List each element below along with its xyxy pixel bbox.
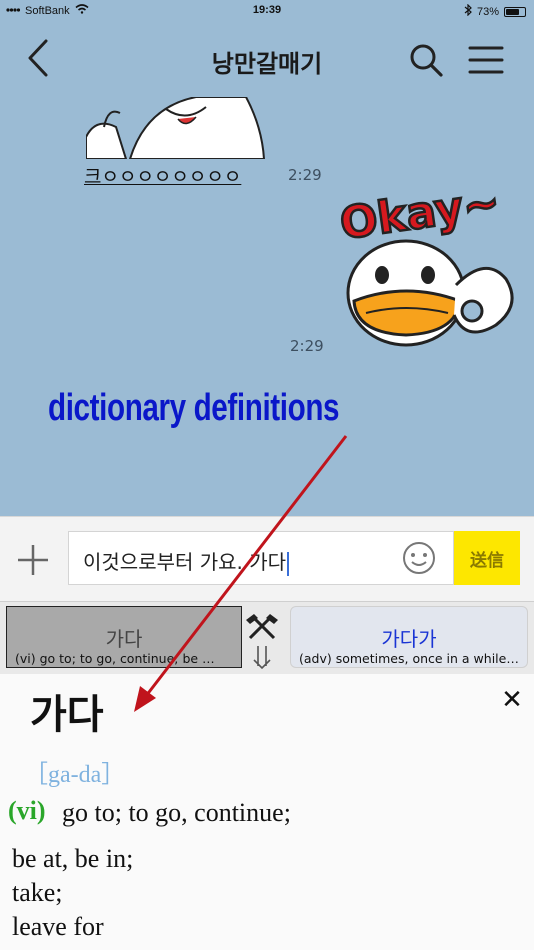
dictionary-suggestion-bar: 가다 (vi) go to; to go, continue; be … 가다가… (0, 601, 534, 674)
dictionary-tab-word: 가다가 (381, 627, 437, 651)
send-button[interactable]: 送信 (454, 531, 520, 585)
bluetooth-icon (464, 3, 472, 19)
definition-panel: 가다 ✕ ［ga-da］ (vi) go to; to go, continue… (0, 674, 534, 950)
menu-button[interactable] (462, 38, 510, 82)
message-timestamp: 2:29 (288, 166, 322, 184)
swap-tools-icon[interactable] (244, 612, 280, 670)
status-bar: SoftBank 19:39 73% (0, 0, 534, 22)
dictionary-tab-word: 가다 (105, 627, 143, 651)
dictionary-tab[interactable]: 가다가 (adv) sometimes, once in a while… (290, 606, 528, 668)
battery-icon (504, 6, 526, 17)
entry-headword: 가다 (30, 692, 104, 738)
message-input-value: 이것으로부터 가요. 가다 (83, 550, 287, 574)
status-right: 73% (464, 3, 526, 19)
plus-icon (18, 545, 48, 575)
message-text: 크ㅇㅇㅇㅇㅇㅇㅇㅇ (84, 166, 242, 188)
message-input-bar: 이것으로부터 가요. 가다 送信 (0, 516, 534, 601)
message-timestamp: 2:29 (290, 337, 324, 355)
dictionary-tab-definition: (vi) go to; to go, continue; be … (15, 651, 215, 666)
text-caret (287, 551, 290, 576)
close-button[interactable]: ✕ (496, 684, 528, 716)
chat-area[interactable]: 크ㅇㅇㅇㅇㅇㅇㅇㅇ 2:29 Okay~ 2:29 dictionary def… (0, 97, 534, 515)
search-button[interactable] (404, 38, 448, 82)
chat-title: 낭만갈매기 (211, 50, 323, 78)
annotation-caption: dictionary definitions (48, 387, 340, 429)
message-input[interactable]: 이것으로부터 가요. 가다 (68, 531, 454, 585)
laughing-man-sticker[interactable] (86, 97, 266, 159)
dictionary-tab-definition: (adv) sometimes, once in a while… (299, 651, 519, 666)
entry-sense: be at, be in; (12, 844, 134, 873)
back-button[interactable] (18, 36, 58, 80)
battery-fill (506, 8, 519, 15)
close-icon: ✕ (501, 685, 523, 715)
status-time: 19:39 (252, 4, 282, 16)
entry-pronunciation: ［ga-da］ (24, 762, 126, 788)
entry-sense: go to; to go, continue; (62, 798, 291, 827)
dictionary-tab-selected[interactable]: 가다 (vi) go to; to go, continue; be … (6, 606, 242, 668)
hamburger-menu-icon (468, 46, 504, 74)
search-icon (410, 44, 443, 77)
sticker-okay-label: Okay~ (337, 177, 503, 250)
chat-header: 낭만갈매기 (0, 22, 534, 97)
emoticon-icon[interactable] (402, 541, 436, 575)
okay-duck-sticker[interactable]: Okay~ (336, 175, 526, 355)
entry-sense: take; (12, 878, 63, 907)
battery-percent: 73% (476, 5, 499, 18)
attach-button[interactable] (12, 539, 54, 581)
entry-sense: leave for (12, 912, 104, 941)
entry-part-of-speech: (vi) (8, 796, 46, 825)
chevron-left-icon (28, 39, 48, 77)
